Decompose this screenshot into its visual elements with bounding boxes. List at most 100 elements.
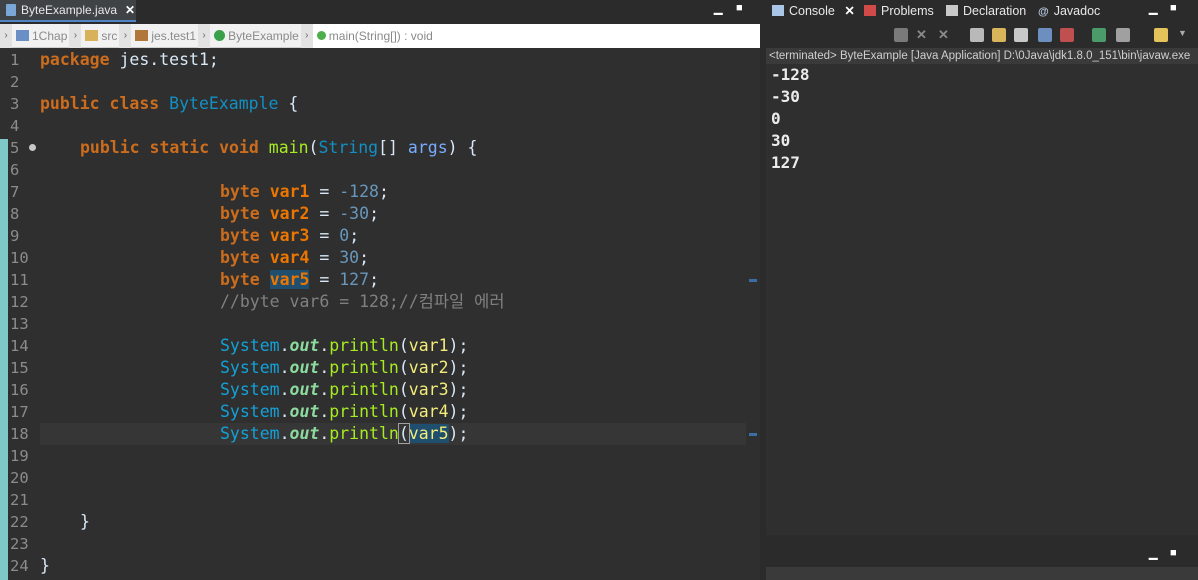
console-toolbar: ✕ ✕ ▼ — [766, 24, 1198, 48]
project-icon — [16, 30, 29, 41]
code-line-24: } — [40, 556, 50, 575]
problems-icon — [864, 5, 876, 16]
line-number: 9 — [10, 227, 20, 245]
code-line-10: byte var4 = 30; — [220, 248, 370, 267]
code-line-12-comment: //byte var6 = 128;//컴파일 에러 — [220, 292, 505, 311]
line-number: 24 — [10, 557, 29, 575]
view-tab-bar: Console ✕ Problems Declaration @ Javadoc … — [766, 0, 1198, 22]
line-number: 18 — [10, 425, 29, 443]
tab-problems[interactable]: Problems — [864, 0, 934, 22]
chevron-down-icon[interactable]: ▼ — [1178, 28, 1187, 38]
line-number-gutter: 1 2 3 4 5 6 7 8 9 10 11 12 13 14 15 16 1… — [8, 49, 38, 580]
code-line-15: System.out.println(var2); — [220, 358, 469, 377]
tab-console[interactable]: Console ✕ — [772, 0, 855, 22]
line-number: 11 — [10, 271, 29, 289]
minimize-button[interactable]: ▁ — [1149, 547, 1157, 560]
chevron-right-icon: › — [69, 23, 82, 48]
code-line-16: System.out.println(var3); — [220, 380, 469, 399]
tab-javadoc[interactable]: @ Javadoc — [1038, 0, 1100, 22]
breadcrumb-item-package[interactable]: jes.test1 — [131, 24, 198, 48]
remove-all-terminated-icon[interactable]: ✕ — [938, 28, 952, 42]
line-number: 12 — [10, 293, 29, 311]
line-number: 8 — [10, 205, 20, 223]
word-wrap-icon[interactable] — [1014, 28, 1028, 42]
maximize-button[interactable]: ■ — [1170, 547, 1177, 559]
code-line-14: System.out.println(var1); — [220, 336, 469, 355]
terminate-icon[interactable] — [894, 28, 908, 42]
line-number: 6 — [10, 161, 20, 179]
breadcrumb-item-method[interactable]: main(String[]) : void — [312, 23, 760, 48]
console-output-line: 30 — [771, 131, 791, 150]
declaration-icon — [946, 5, 958, 16]
line-number: 10 — [10, 249, 29, 267]
overview-ruler[interactable] — [746, 49, 760, 580]
display-console-icon[interactable] — [1116, 28, 1130, 42]
console-output-line: -30 — [771, 87, 800, 106]
code-line-8: byte var2 = -30; — [220, 204, 379, 223]
quick-diff-bar — [0, 139, 8, 580]
breadcrumb-item-src[interactable]: src — [81, 24, 119, 48]
show-on-output-icon[interactable] — [1038, 28, 1052, 42]
clear-console-icon[interactable] — [970, 28, 984, 42]
console-view: Console ✕ Problems Declaration @ Javadoc … — [766, 0, 1198, 535]
code-line-9: byte var3 = 0; — [220, 226, 360, 245]
chevron-right-icon: › — [198, 23, 211, 48]
line-number: 23 — [10, 535, 29, 553]
view-content-strip — [766, 567, 1198, 580]
line-number: 1 — [10, 51, 20, 69]
scroll-lock-icon[interactable] — [992, 28, 1006, 42]
maximize-button[interactable]: ■ — [736, 2, 743, 14]
code-line-3: public class ByteExample { — [40, 94, 299, 113]
occurrence-marker[interactable] — [749, 433, 757, 436]
tab-title: ByteExample.java — [21, 3, 118, 17]
show-on-error-icon[interactable] — [1060, 28, 1074, 42]
maximize-button[interactable]: ■ — [1170, 2, 1177, 14]
occurrence-marker[interactable] — [749, 279, 757, 282]
method-icon — [316, 31, 326, 40]
tab-declaration[interactable]: Declaration — [946, 0, 1026, 22]
javadoc-icon: @ — [1038, 6, 1049, 18]
console-output-line: -128 — [771, 65, 810, 84]
line-number: 20 — [10, 469, 29, 487]
chevron-right-icon: › — [0, 23, 12, 48]
code-line-7: byte var1 = -128; — [220, 182, 389, 201]
line-number: 2 — [10, 73, 20, 91]
console-status-label: <terminated> ByteExample [Java Applicati… — [766, 48, 1198, 64]
line-number: 4 — [10, 117, 20, 135]
code-line-11: byte var5 = 127; — [220, 270, 379, 289]
line-number: 22 — [10, 513, 29, 531]
code-line-22: } — [80, 512, 90, 531]
code-editor[interactable]: ByteExample.java ✕ ▁ ■ › 1Chap › src › j… — [0, 0, 760, 580]
line-number: 21 — [10, 491, 29, 509]
code-line-5: public static void main(String[] args) { — [80, 138, 478, 157]
minimize-button[interactable]: ▁ — [714, 2, 722, 15]
open-console-icon[interactable] — [1154, 28, 1168, 42]
fold-collapse-icon[interactable] — [29, 144, 36, 151]
line-number: 14 — [10, 337, 29, 355]
line-number: 15 — [10, 359, 29, 377]
line-number: 16 — [10, 381, 29, 399]
change-ruler — [0, 49, 8, 580]
console-icon — [772, 5, 784, 16]
console-output-line: 127 — [771, 153, 800, 172]
breadcrumb: › 1Chap › src › jes.test1 › ByteExample … — [0, 23, 760, 48]
close-icon[interactable]: ✕ — [125, 3, 135, 17]
chevron-right-icon: › — [300, 23, 313, 48]
code-line-18: System.out.println(var5); — [220, 423, 469, 444]
close-icon[interactable]: ✕ — [844, 4, 854, 18]
minimize-button[interactable]: ▁ — [1149, 2, 1157, 15]
code-line-1: package jes.test1; — [40, 50, 219, 69]
java-file-icon — [6, 4, 16, 16]
console-output-line: 0 — [771, 109, 781, 128]
pin-console-icon[interactable] — [1092, 28, 1106, 42]
code-area[interactable]: 1 2 3 4 5 6 7 8 9 10 11 12 13 14 15 16 1… — [0, 49, 760, 580]
chevron-right-icon: › — [119, 23, 132, 48]
remove-launch-icon[interactable]: ✕ — [916, 28, 930, 42]
tab-byteexample-java[interactable]: ByteExample.java ✕ — [0, 0, 136, 22]
line-number: 19 — [10, 447, 29, 465]
line-number: 7 — [10, 183, 20, 201]
breadcrumb-item-class[interactable]: ByteExample — [210, 24, 301, 48]
package-icon — [135, 30, 149, 41]
console-output[interactable]: -128 -30 0 30 127 — [766, 64, 1198, 535]
breadcrumb-item-project[interactable]: 1Chap — [12, 24, 69, 48]
